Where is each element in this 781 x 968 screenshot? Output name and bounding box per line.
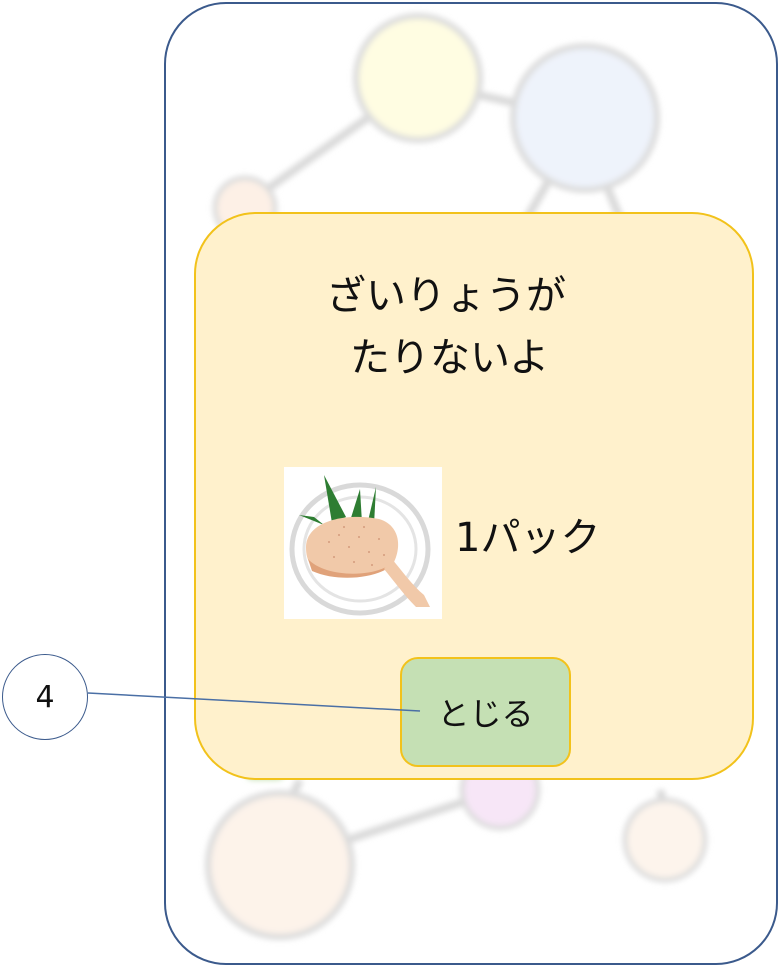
callout-number-badge: 4 xyxy=(2,654,88,740)
close-button[interactable]: とじる xyxy=(400,657,571,767)
chicken-drumstick-on-plate-icon xyxy=(284,467,442,619)
item-quantity: 1パック xyxy=(455,515,601,561)
dialog-title-line1: ざいりょうが xyxy=(326,273,566,319)
callout-number: 4 xyxy=(35,679,55,715)
close-button-label: とじる xyxy=(437,695,534,733)
dialog-title-line2: たりないよ xyxy=(350,335,550,381)
